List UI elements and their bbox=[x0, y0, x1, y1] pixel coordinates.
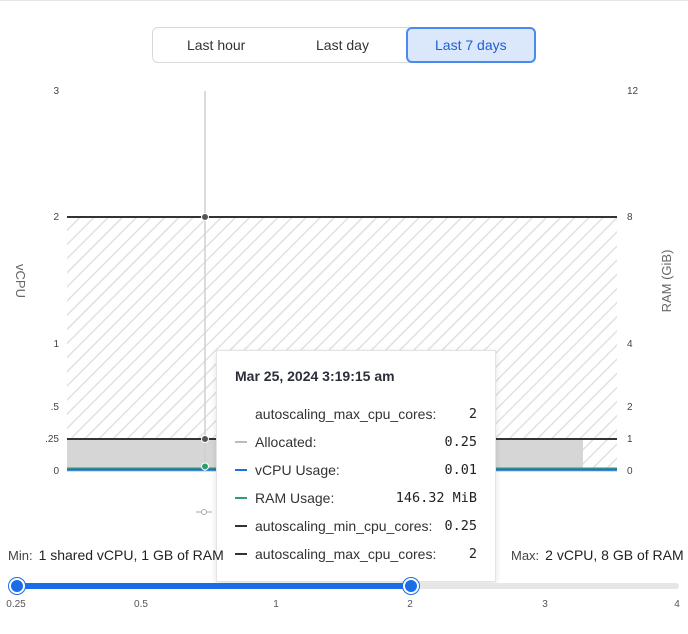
min-compute-label: Min: 1 shared vCPU, 1 GB of RAM bbox=[8, 547, 224, 563]
y-right-tick-label: 8 bbox=[627, 212, 633, 223]
tooltip-value: 0.25 bbox=[444, 434, 477, 450]
tooltip-label: autoscaling_max_cpu_cores: bbox=[255, 546, 437, 562]
tooltip-row: Allocated: 0.25 bbox=[235, 428, 477, 456]
slider-tick-label: 0.5 bbox=[134, 599, 148, 610]
y-left-tick-label: 0 bbox=[53, 466, 59, 477]
y-right-tick-label: 0 bbox=[627, 466, 633, 477]
tooltip-label: vCPU Usage: bbox=[255, 462, 340, 478]
y-right-axis-label: RAM (GiB) bbox=[659, 250, 674, 313]
hover-point-ram bbox=[201, 462, 209, 471]
hover-point-max bbox=[201, 213, 209, 221]
tooltip-timestamp: Mar 25, 2024 3:19:15 am bbox=[235, 368, 395, 384]
y-left-tick-label: 3 bbox=[53, 86, 59, 97]
compute-slider-max-handle[interactable] bbox=[403, 578, 419, 594]
max-key: Max: bbox=[511, 548, 540, 563]
y-left-tick-label: 2 bbox=[53, 212, 59, 223]
tooltip-value: 0.25 bbox=[444, 518, 477, 534]
y-left-tick-label: 1 bbox=[53, 339, 59, 350]
max-compute-label: Max: 2 vCPU, 8 GB of RAM bbox=[511, 547, 684, 563]
tooltip-row: autoscaling_min_cpu_cores: 0.25 bbox=[235, 512, 477, 540]
tooltip-value: 0.01 bbox=[444, 462, 477, 478]
tab-last-7-days[interactable]: Last 7 days bbox=[405, 27, 536, 63]
tooltip-row: autoscaling_max_cpu_cores: 2 bbox=[235, 540, 477, 568]
slider-tick-label: 4 bbox=[674, 599, 680, 610]
tooltip-row: RAM Usage: 146.32 MiB bbox=[235, 484, 477, 512]
tooltip-label: Allocated: bbox=[255, 434, 317, 450]
y-right-tick-label: 1 bbox=[627, 434, 633, 445]
compute-slider-ticks: 0.25 0.5 1 2 3 4 bbox=[0, 599, 688, 613]
y-left-axis-label: vCPU bbox=[13, 264, 28, 298]
compute-slider-min-handle[interactable] bbox=[9, 578, 25, 594]
time-range-selector: Last hour Last day Last 7 days bbox=[152, 27, 536, 63]
y-right-tick-label: 4 bbox=[627, 339, 633, 350]
tooltip-row: vCPU Usage: 0.01 bbox=[235, 456, 477, 484]
hover-point-min bbox=[201, 435, 209, 443]
slider-tick-label: 1 bbox=[273, 599, 279, 610]
tooltip-label: autoscaling_max_cpu_cores: bbox=[255, 406, 437, 422]
y-left-tick-label: .5 bbox=[51, 402, 60, 413]
top-divider bbox=[0, 0, 688, 1]
chart-tooltip: Mar 25, 2024 3:19:15 am autoscaling_max_… bbox=[216, 350, 496, 582]
tooltip-value: 146.32 MiB bbox=[395, 490, 477, 506]
tab-last-hour[interactable]: Last hour bbox=[153, 28, 279, 62]
legend-swatch bbox=[235, 469, 247, 471]
legend-swatch bbox=[235, 525, 247, 527]
y-right-tick-label: 12 bbox=[627, 86, 639, 97]
legend-swatch bbox=[235, 497, 247, 499]
legend-swatch bbox=[235, 553, 247, 555]
compute-slider-fill bbox=[15, 583, 411, 589]
legend-swatch bbox=[235, 441, 247, 443]
min-key: Min: bbox=[8, 548, 33, 563]
legend-marker bbox=[201, 509, 207, 515]
min-value: 1 shared vCPU, 1 GB of RAM bbox=[38, 547, 224, 563]
legend-swatch bbox=[235, 413, 247, 415]
tooltip-label: autoscaling_min_cpu_cores: bbox=[255, 518, 433, 534]
y-left-tick-label: .25 bbox=[45, 434, 59, 445]
slider-tick-label: 3 bbox=[542, 599, 548, 610]
max-value: 2 vCPU, 8 GB of RAM bbox=[545, 547, 684, 563]
slider-tick-label: 0.25 bbox=[6, 599, 26, 610]
y-right-tick-label: 2 bbox=[627, 402, 633, 413]
tooltip-label: RAM Usage: bbox=[255, 490, 335, 506]
tooltip-value: 2 bbox=[468, 406, 477, 422]
tooltip-row: autoscaling_max_cpu_cores: 2 bbox=[235, 400, 477, 428]
tab-last-day[interactable]: Last day bbox=[279, 28, 405, 62]
tooltip-value: 2 bbox=[468, 546, 477, 562]
slider-tick-label: 2 bbox=[407, 599, 413, 610]
